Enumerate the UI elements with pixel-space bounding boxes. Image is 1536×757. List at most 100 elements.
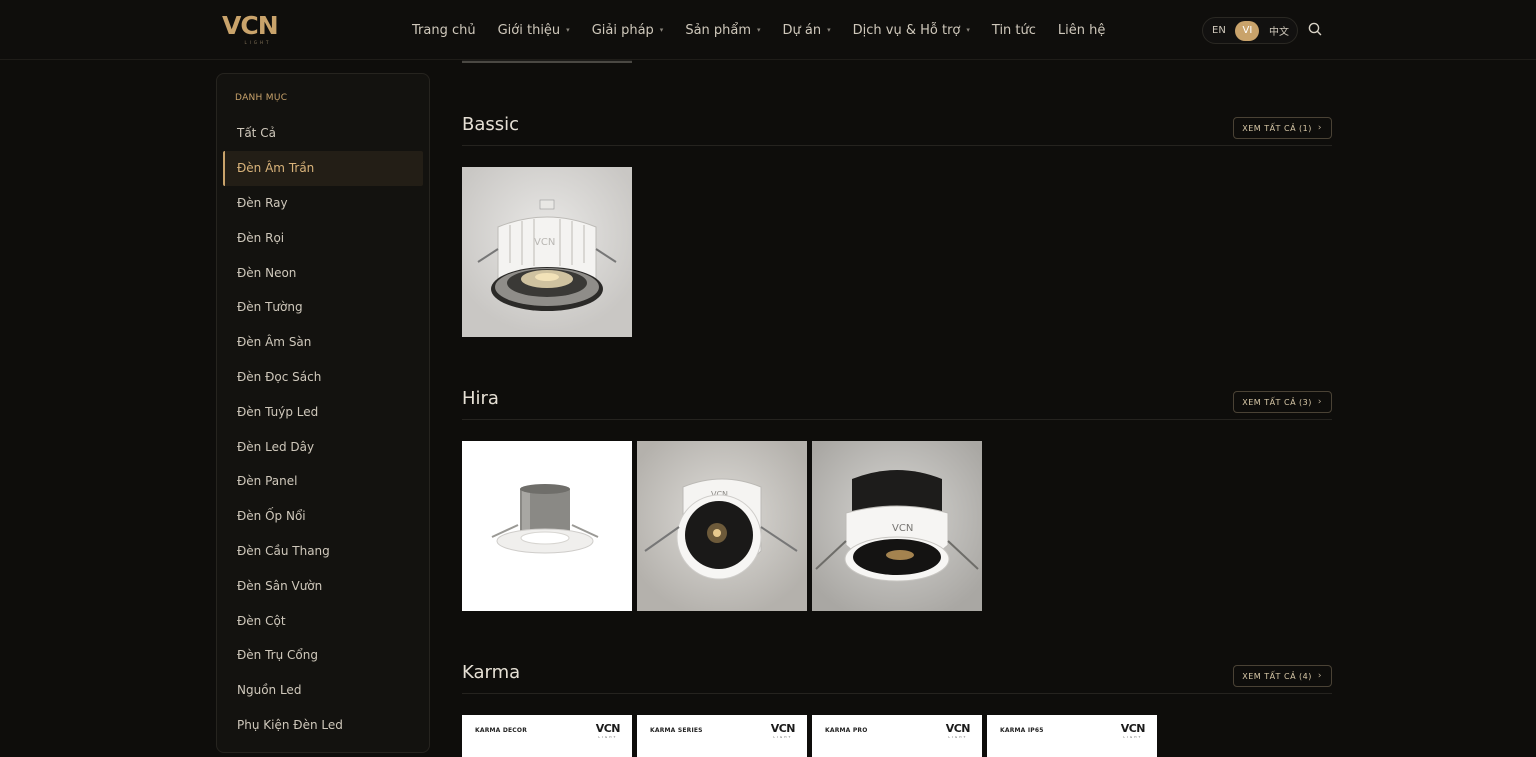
nav-item-products[interactable]: Sản phẩm ▾ [685, 23, 760, 38]
view-all-button[interactable]: XEM TẤT CẢ (3) › [1233, 391, 1332, 413]
category-item[interactable]: Đèn Ray [223, 186, 423, 221]
category-item[interactable]: Đèn Cầu Thang [223, 534, 423, 569]
category-list: Tất Cả Đèn Âm Trần Đèn Ray Đèn Rọi Đèn N… [223, 116, 423, 742]
lang-zh[interactable]: 中文 [1269, 23, 1289, 38]
view-all-label: XEM TẤT CẢ [1242, 671, 1297, 681]
product-card[interactable]: KARMA SERIES VCN LIGHT [637, 715, 807, 757]
logo-text: VCN [222, 11, 279, 40]
brand-logo: VCN LIGHT [1120, 722, 1146, 740]
product-card[interactable]: KARMA PRO VCN LIGHT [812, 715, 982, 757]
product-card[interactable]: VCN [637, 441, 807, 611]
chevron-down-icon: ▾ [827, 26, 831, 34]
category-item[interactable]: Đèn Âm Sàn [223, 325, 423, 360]
brand-logo-sub: LIGHT [598, 735, 618, 739]
nav-item-services[interactable]: Dịch vụ & Hỗ trợ ▾ [853, 23, 970, 38]
view-all-count: (1) [1299, 123, 1312, 133]
view-all-button[interactable]: XEM TẤT CẢ (1) › [1233, 117, 1332, 139]
category-item[interactable]: Đèn Led Dây [223, 429, 423, 464]
brand-logo: VCN LIGHT [770, 722, 796, 740]
language-switcher: EN VI 中文 [1202, 17, 1298, 44]
main-nav: Trang chủ Giới thiệu ▾ Giải pháp ▾ Sản phẩ… [412, 20, 1127, 40]
product-section-karma: Karma XEM TẤT CẢ (4) › KARMA DECOR VCN LIGH… [462, 662, 1332, 757]
brand-logo-sub: LIGHT [1123, 735, 1143, 739]
nav-item-projects[interactable]: Dự án ▾ [783, 23, 831, 38]
chevron-right-icon: › [1317, 671, 1322, 681]
category-item[interactable]: Tất Cả [223, 116, 423, 151]
product-grid: VCN [462, 167, 637, 337]
category-item[interactable]: Đèn Ốp Nổi [223, 499, 423, 534]
section-header: Hira XEM TẤT CẢ (3) › [462, 388, 1332, 420]
brand-logo-text: VCN [1120, 722, 1146, 735]
nav-label: Liên hệ [1057, 22, 1106, 38]
nav-item-solutions[interactable]: Giải pháp ▾ [592, 23, 664, 38]
category-item[interactable]: Đèn Panel [223, 464, 423, 499]
brand-logo-text: VCN [595, 722, 621, 735]
nav-label: Giới thiệu [497, 22, 561, 38]
view-all-label: XEM TẤT CẢ [1242, 123, 1297, 133]
nav-label: Sản phẩm [685, 22, 752, 38]
category-sidebar: DANH MỤC Tất Cả Đèn Âm Trần Đèn Ray Đèn … [216, 73, 430, 753]
chevron-right-icon: › [1317, 123, 1322, 133]
search-icon[interactable] [1307, 21, 1323, 37]
category-item[interactable]: Đèn Tuýp Led [223, 394, 423, 429]
downlight-image: VCN [477, 199, 617, 311]
nav-item-about[interactable]: Giới thiệu ▾ [498, 23, 570, 38]
product-card-label: KARMA IP65 [1000, 727, 1044, 734]
chevron-down-icon: ▾ [566, 26, 570, 34]
category-item[interactable]: Đèn Cột [223, 603, 423, 638]
category-item[interactable]: Đèn Trụ Cổng [223, 638, 423, 673]
nav-label: Giải pháp [591, 22, 654, 38]
category-item[interactable]: Đèn Tường [223, 290, 423, 325]
brand-logo: VCN LIGHT [595, 722, 621, 740]
site-header: VCN LIGHT Trang chủ Giới thiệu ▾ Giải phá… [0, 0, 1536, 60]
sidebar-title: DANH MỤC [235, 93, 288, 103]
section-header: Karma XEM TẤT CẢ (4) › [462, 662, 1332, 694]
brand-logo-text: VCN [770, 722, 796, 735]
product-card[interactable]: KARMA IP65 VCN LIGHT [987, 715, 1157, 757]
chevron-right-icon: › [1317, 397, 1322, 407]
downlight-image [491, 484, 599, 554]
brand-logo-text: VCN [945, 722, 971, 735]
section-title: Karma [462, 662, 521, 683]
brand-logo-sub: LIGHT [948, 735, 968, 739]
product-grid: KARMA DECOR VCN LIGHT KARMA SERIES VCN LIG… [462, 715, 1162, 757]
chevron-down-icon: ▾ [757, 26, 761, 34]
downlight-image: VCN [815, 470, 979, 582]
chevron-down-icon: ▾ [966, 26, 970, 34]
product-logo: VCN [892, 523, 913, 534]
section-title: Bassic [462, 114, 520, 135]
downlight-image: VCN [644, 478, 798, 580]
product-card[interactable] [462, 441, 632, 611]
product-logo: VCN [534, 237, 555, 248]
view-all-label: XEM TẤT CẢ [1242, 397, 1297, 407]
product-card[interactable]: KARMA DECOR VCN LIGHT [462, 715, 632, 757]
product-card[interactable]: VCN [462, 167, 632, 337]
category-item[interactable]: Nguồn Led [223, 673, 423, 708]
product-card[interactable]: VCN [812, 441, 982, 611]
category-item[interactable]: Đèn Neon [223, 255, 423, 290]
view-all-count: (3) [1299, 397, 1312, 407]
category-item[interactable]: Đèn Đọc Sách [223, 360, 423, 395]
section-title: Hira [462, 388, 499, 409]
logo[interactable]: VCN LIGHT [222, 12, 294, 48]
nav-label: Tin tức [991, 22, 1036, 38]
nav-item-contact[interactable]: Liên hệ [1058, 23, 1105, 38]
nav-item-home[interactable]: Trang chủ [412, 23, 476, 38]
product-card-label: KARMA SERIES [650, 727, 703, 734]
nav-item-news[interactable]: Tin tức [992, 23, 1036, 38]
view-all-count: (4) [1299, 671, 1312, 681]
category-item-active[interactable]: Đèn Âm Trần [223, 150, 423, 186]
category-item[interactable]: Phụ Kiện Đèn Led [223, 708, 423, 743]
brand-logo-sub: LIGHT [773, 735, 793, 739]
product-section-hira: Hira XEM TẤT CẢ (3) › VCN VCN [462, 388, 1332, 611]
category-item[interactable]: Đèn Rọi [223, 220, 423, 255]
nav-label: Trang chủ [412, 22, 476, 38]
lang-vi[interactable]: VI [1235, 20, 1260, 41]
lang-en[interactable]: EN [1212, 25, 1226, 36]
product-grid: VCN VCN [462, 441, 987, 611]
product-card-label: KARMA PRO [825, 727, 868, 734]
view-all-button[interactable]: XEM TẤT CẢ (4) › [1233, 665, 1332, 687]
product-card-label: KARMA DECOR [475, 727, 528, 734]
category-item[interactable]: Đèn Sân Vườn [223, 568, 423, 603]
brand-logo: VCN LIGHT [945, 722, 971, 740]
